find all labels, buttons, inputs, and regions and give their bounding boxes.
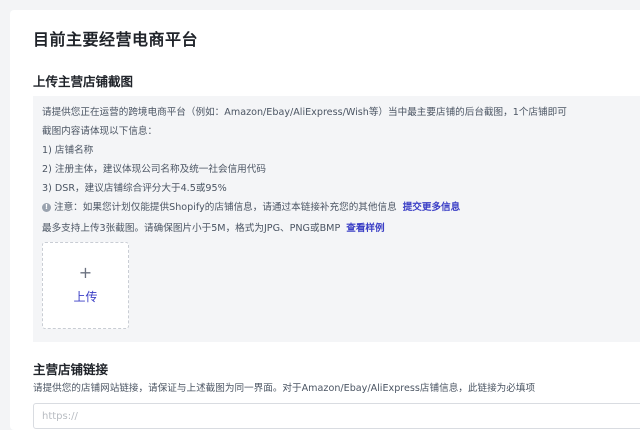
upload-section-title: 上传主营店铺截图 <box>33 74 134 89</box>
view-sample-link[interactable]: 查看样例 <box>346 223 384 234</box>
upload-button[interactable]: + 上传 <box>42 242 129 329</box>
upload-limit-note: 最多支持上传3张截图。请确保图片小于5M，格式为JPG、PNG或BMP 查看样例 <box>42 220 385 234</box>
note-text: 注意：如果您计划仅能提供Shopify的店铺信息，请通过本链接补充您的其他信息 <box>54 202 397 213</box>
instruction-line: 2) 注册主体，建议体现公司名称及统一社会信用代码 <box>42 164 266 175</box>
instruction-line: 1) 店铺名称 <box>42 145 94 156</box>
shopify-note: ! 注意：如果您计划仅能提供Shopify的店铺信息，请通过本链接补充您的其他信息… <box>42 199 460 213</box>
store-link-section-title: 主营店铺链接 <box>33 362 109 377</box>
submit-more-info-link[interactable]: 提交更多信息 <box>403 202 461 213</box>
upload-label: 上传 <box>73 290 98 304</box>
info-icon: ! <box>42 203 51 212</box>
plus-icon: + <box>78 263 93 282</box>
instruction-line: 请提供您正在运营的跨境电商平台（例如：Amazon/Ebay/AliExpres… <box>42 107 567 118</box>
page-title: 目前主要经营电商平台 <box>33 30 199 49</box>
instruction-line: 3) DSR，建议店铺综合评分大于4.5或95% <box>42 183 227 194</box>
instruction-line: 截图内容请体现以下信息： <box>42 126 158 137</box>
limit-text: 最多支持上传3张截图。请确保图片小于5M，格式为JPG、PNG或BMP <box>42 223 341 234</box>
store-url-input[interactable] <box>33 403 640 429</box>
store-link-description: 请提供您的店铺网站链接，请保证与上述截图为同一界面。对于Amazon/Ebay/… <box>33 383 536 394</box>
